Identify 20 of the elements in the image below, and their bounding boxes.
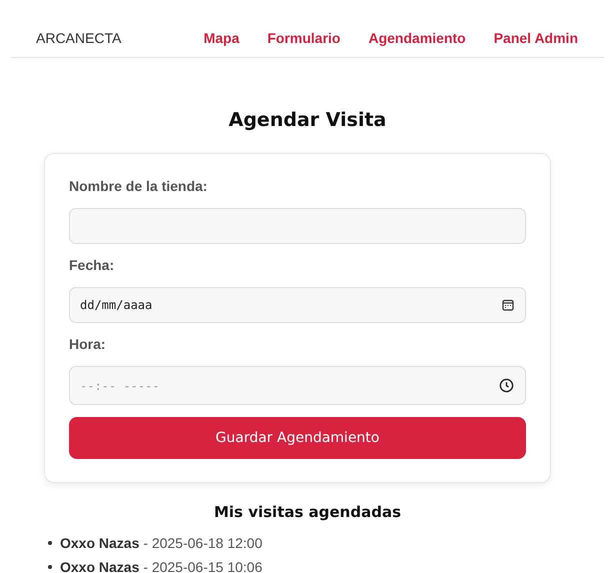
brand-name: ARCANECTA xyxy=(36,29,122,48)
bullet-icon xyxy=(48,541,52,545)
date-field[interactable]: dd/mm/aaaa xyxy=(69,287,526,323)
visit-entry: Oxxo Nazas - 2025-06-15 10:06 xyxy=(60,558,262,573)
field-label: Nombre de la tienda: xyxy=(69,178,208,194)
nav-link[interactable]: Panel Admin xyxy=(494,28,578,49)
save-button[interactable]: Guardar Agendamiento xyxy=(69,417,526,459)
nav-link[interactable]: Mapa xyxy=(204,28,240,49)
time-field[interactable]: --:-- ----- xyxy=(69,366,526,405)
page-title: Agendar Visita xyxy=(228,108,388,133)
calendar-icon[interactable] xyxy=(502,299,514,311)
visit-entry: Oxxo Nazas - 2025-06-18 12:00 xyxy=(60,534,262,552)
input-field[interactable] xyxy=(69,208,526,244)
bullet-icon xyxy=(48,565,52,569)
field-label: Hora: xyxy=(69,336,107,352)
clock-icon[interactable] xyxy=(499,378,514,393)
field-label: Fecha: xyxy=(69,257,116,273)
nav-link[interactable]: Formulario xyxy=(267,28,340,49)
section-title: Mis visitas agendadas xyxy=(212,502,402,523)
nav-link[interactable]: Agendamiento xyxy=(368,28,466,49)
